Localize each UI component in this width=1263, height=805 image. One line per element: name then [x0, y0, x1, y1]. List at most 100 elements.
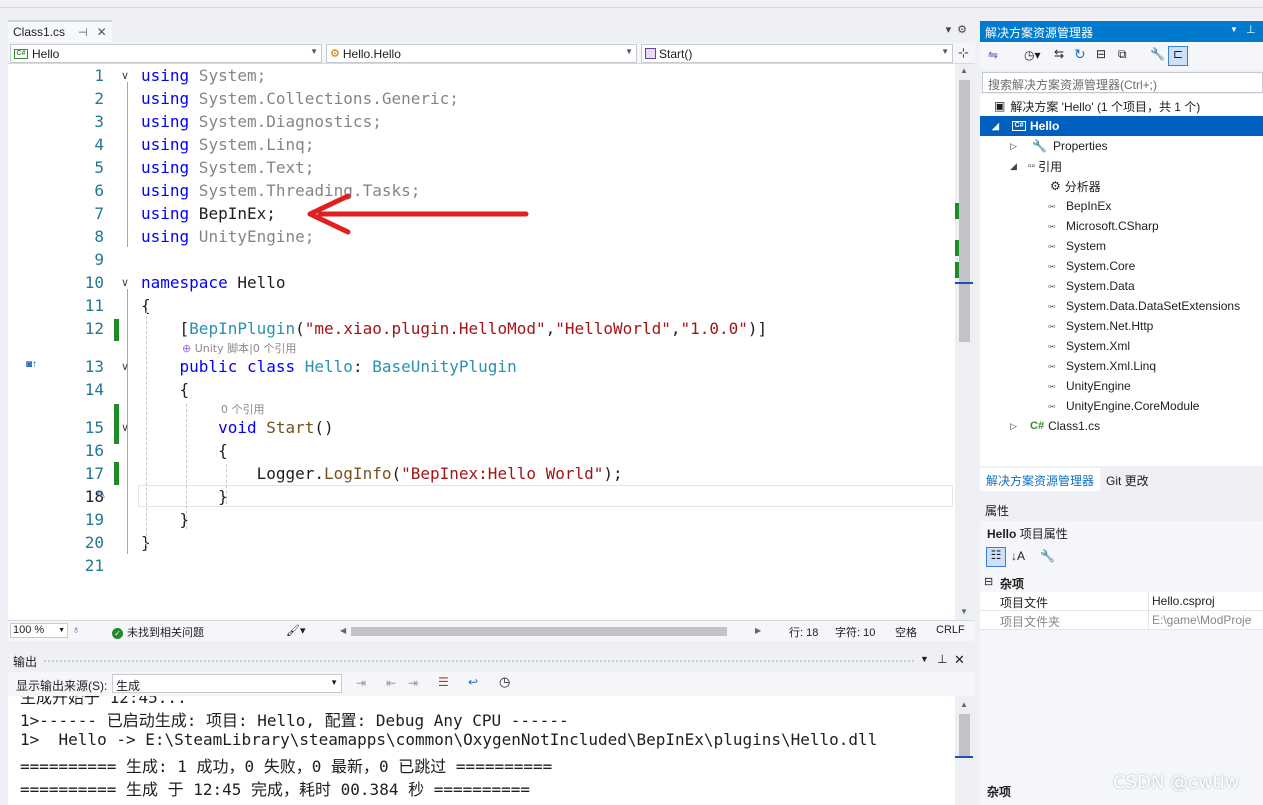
fold-chevron-icon[interactable]: ∨ — [121, 69, 129, 82]
scroll-up-icon[interactable]: ▲ — [960, 700, 968, 709]
analyzers-node[interactable]: ⚙ 分析器 — [1050, 176, 1101, 196]
class-codelens[interactable]: ⊕ Unity 脚本|0 个引用 — [182, 340, 296, 356]
cleanup-brush-icon[interactable]: 🖌▾ — [286, 624, 306, 637]
tab-git-changes[interactable]: Git 更改 — [1100, 468, 1155, 491]
intellicode-icon[interactable]: ♁ — [72, 624, 80, 636]
show-all-files-icon[interactable]: ⧉ — [1118, 47, 1127, 62]
alphabetical-icon[interactable]: ↓A — [1011, 549, 1025, 563]
solution-search-input[interactable]: 搜索解决方案资源管理器(Ctrl+;) — [982, 72, 1263, 93]
scroll-down-icon[interactable]: ▼ — [960, 607, 968, 616]
issues-indicator[interactable]: ✓ 未找到相关问题 — [112, 624, 204, 640]
code-line[interactable]: using System.Diagnostics; — [141, 112, 382, 131]
project-dropdown[interactable]: C# Hello ▼ — [10, 44, 322, 63]
collapse-all-icon[interactable]: ⊟ — [1096, 47, 1106, 61]
code-line[interactable]: namespace Hello — [141, 273, 286, 292]
property-value[interactable]: E:\game\ModProje — [1152, 613, 1251, 627]
horizontal-scroll-thumb[interactable] — [351, 627, 727, 636]
preview-selected-icon[interactable]: ⊏ — [1168, 46, 1188, 66]
output-text-area[interactable]: 生成开始于 12:45... 1>------ 已启动生成: 项目: Hello,… — [8, 696, 955, 805]
property-pages-icon[interactable]: 🔧 — [1040, 549, 1055, 563]
refresh-icon[interactable]: ↻ — [1074, 46, 1086, 63]
scroll-thumb[interactable] — [959, 714, 970, 756]
implements-glyph-icon[interactable]: ◙↑ — [26, 359, 37, 370]
solution-tree[interactable]: ▣ 解决方案 'Hello' (1 个项目，共 1 个) ◢ C# Hello ▷ 🔧 P… — [980, 94, 1263, 466]
property-row[interactable]: 项目文件 Hello.csproj — [980, 592, 1263, 611]
project-node[interactable]: ◢ C# Hello — [980, 116, 1263, 136]
solution-node[interactable]: ▣ 解决方案 'Hello' (1 个项目，共 1 个) — [994, 96, 1200, 116]
reference-node[interactable]: ▫-▫ UnityEngine — [1048, 376, 1131, 396]
reference-node[interactable]: ▫-▫ System.Data — [1048, 276, 1135, 296]
property-value[interactable]: Hello.csproj — [1152, 594, 1215, 608]
reference-node[interactable]: ▫-▫ System.Xml — [1048, 336, 1130, 356]
panel-menu-icon[interactable]: ▼ — [920, 654, 929, 664]
code-line[interactable]: public class Hello: BaseUnityPlugin — [141, 357, 517, 376]
editor-vertical-scrollbar[interactable]: ▲ ▼ — [955, 64, 975, 620]
type-dropdown[interactable]: ⚙ Hello.Hello ▼ — [326, 44, 637, 63]
pin-icon[interactable]: ⊥ — [937, 652, 947, 666]
scroll-left-icon[interactable]: ◀ — [340, 626, 346, 635]
code-line[interactable]: void Start() — [141, 418, 334, 437]
history-icon[interactable]: ◷▾ — [1024, 48, 1041, 62]
code-line[interactable]: using System; — [141, 66, 266, 85]
code-line[interactable]: { — [141, 441, 228, 460]
scroll-up-icon[interactable]: ▲ — [960, 66, 968, 75]
pin-icon[interactable]: ⊣ — [78, 26, 88, 39]
switch-view-icon[interactable]: ⇆ — [1054, 47, 1064, 61]
fold-chevron-icon[interactable]: ∨ — [121, 276, 129, 289]
property-row[interactable]: 项目文件夹 E:\game\ModProje — [980, 611, 1263, 630]
references-node[interactable]: ◢ ▫▫ 引用 — [1010, 156, 1062, 176]
code-line[interactable]: using System.Collections.Generic; — [141, 89, 459, 108]
goto-location-icon[interactable]: ⇥ — [356, 676, 366, 690]
reference-node[interactable]: ▫-▫ BepInEx — [1048, 196, 1111, 216]
output-source-dropdown[interactable]: 生成 ▼ — [112, 674, 342, 693]
tab-class1-cs[interactable]: Class1.cs ⊣ ✕ — [8, 20, 112, 42]
reference-node[interactable]: ▫-▫ Microsoft.CSharp — [1048, 216, 1159, 236]
output-vertical-scrollbar[interactable]: ▲ — [955, 696, 975, 805]
sync-icon[interactable]: ⇋ — [988, 48, 998, 62]
close-icon[interactable]: ✕ — [954, 652, 965, 668]
tab-overflow-tools[interactable]: ▾⚙ — [946, 23, 973, 36]
code-line[interactable]: using System.Linq; — [141, 135, 314, 154]
reference-node[interactable]: ▫-▫ System.Net.Http — [1048, 316, 1153, 336]
reference-node[interactable]: ▫-▫ System.Data.DataSetExtensions — [1048, 296, 1240, 316]
code-line[interactable]: using System.Text; — [141, 158, 314, 177]
tab-solution-explorer[interactable]: 解决方案资源管理器 — [980, 468, 1101, 491]
word-wrap-icon[interactable]: ↩ — [468, 675, 478, 689]
properties-node[interactable]: ▷ 🔧 Properties — [1010, 136, 1108, 156]
pin-icon[interactable]: ⊥ — [1246, 23, 1256, 36]
line-ending-indicator[interactable]: CRLF — [936, 624, 965, 636]
code-line[interactable]: Logger.LogInfo("BepInex:Hello World"); — [141, 464, 623, 483]
collapse-category-icon[interactable]: ⊟ — [984, 575, 993, 588]
expanded-icon: ◢ — [992, 120, 999, 131]
reference-node[interactable]: ▫-▫ System.Xml.Linq — [1048, 356, 1156, 376]
code-line[interactable]: using UnityEngine; — [141, 227, 314, 246]
file-node-class1[interactable]: ▷ C# Class1.cs — [1010, 416, 1100, 436]
categorized-icon[interactable]: ☷ — [986, 547, 1006, 567]
member-dropdown[interactable]: Start() ▼ — [641, 44, 953, 63]
code-line[interactable]: [BepInPlugin("me.xiao.plugin.HelloMod","… — [141, 319, 768, 338]
category-row[interactable]: ⊟ 杂项 — [980, 573, 1263, 592]
properties-wrench-icon[interactable]: 🔧 — [1150, 47, 1165, 61]
code-editor[interactable]: 1 ∨ using System; 2 using System.Collections… — [8, 64, 955, 620]
reference-node[interactable]: ▫-▫ UnityEngine.CoreModule — [1048, 396, 1199, 416]
reference-node[interactable]: ▫-▫ System — [1048, 236, 1106, 256]
next-message-icon[interactable]: ⇥ — [408, 676, 418, 690]
line-indicator[interactable]: 行: 18 — [789, 624, 818, 640]
code-line[interactable]: { — [141, 380, 190, 399]
column-indicator[interactable]: 字符: 10 — [835, 624, 875, 640]
panel-menu-icon[interactable]: ▼ — [1230, 25, 1238, 34]
scroll-thumb[interactable] — [959, 80, 970, 342]
quick-action-icon[interactable]: ✎ — [96, 488, 106, 502]
timestamp-clock-icon[interactable]: ◷ — [499, 674, 510, 690]
zoom-dropdown[interactable]: 100 % ▼ — [10, 623, 68, 638]
scroll-right-icon[interactable]: ▶ — [755, 626, 761, 635]
reference-node[interactable]: ▫-▫ System.Core — [1048, 256, 1135, 276]
code-line[interactable]: using BepInEx; — [141, 204, 276, 223]
prev-message-icon[interactable]: ⇤ — [386, 676, 396, 690]
method-codelens[interactable]: 0 个引用 — [221, 401, 265, 417]
whitespace-indicator[interactable]: 空格 — [895, 624, 917, 640]
split-editor-icon[interactable]: ⊹ — [958, 45, 969, 61]
close-icon[interactable]: ✕ — [97, 25, 107, 39]
clear-all-icon[interactable]: ☰ — [438, 675, 449, 689]
code-line[interactable]: } — [141, 510, 190, 529]
